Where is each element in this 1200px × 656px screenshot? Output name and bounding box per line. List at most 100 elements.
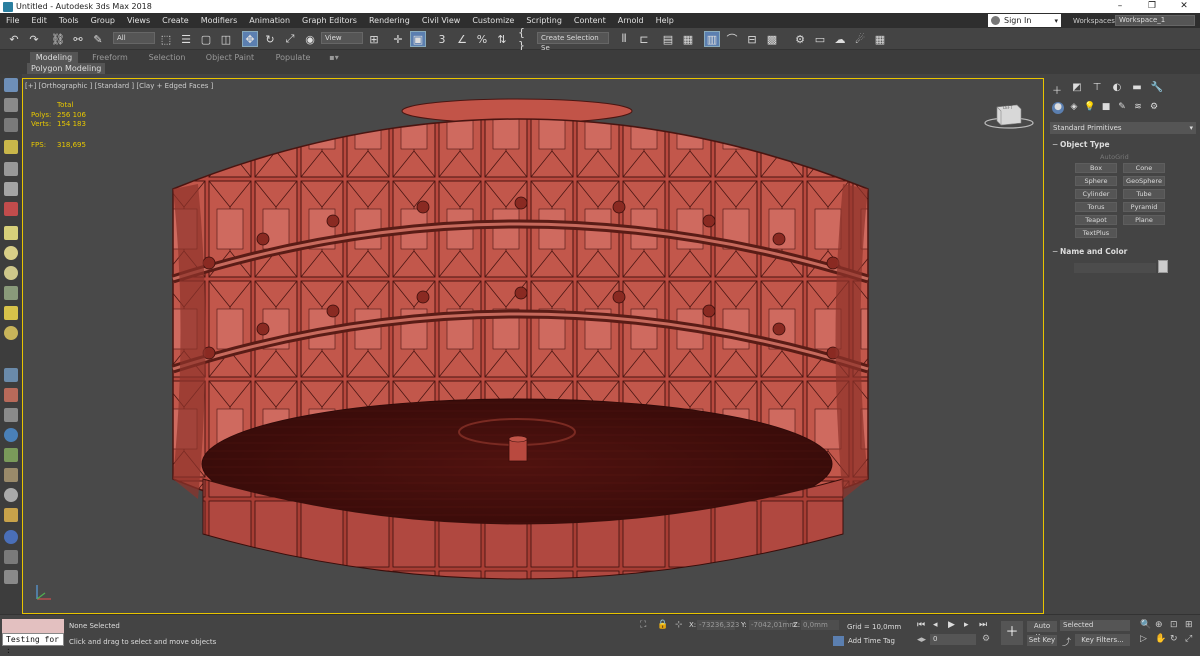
- hierarchy-tab-icon[interactable]: ⊤: [1090, 82, 1104, 96]
- menu-rendering[interactable]: Rendering: [363, 16, 416, 25]
- teapot-button[interactable]: Teapot: [1075, 215, 1117, 225]
- tube-button[interactable]: Tube: [1123, 189, 1165, 199]
- create-icon[interactable]: [4, 78, 18, 92]
- link-icon[interactable]: ⛓: [50, 31, 66, 47]
- layers-icon[interactable]: [4, 118, 18, 132]
- ribbon-tab-freeform[interactable]: Freeform: [86, 52, 134, 63]
- zoom-extents-all-icon[interactable]: ⊞: [1185, 620, 1193, 630]
- place-icon[interactable]: ◉: [302, 31, 318, 47]
- maxscript-mini-listener[interactable]: Testing for :: [2, 633, 64, 655]
- workspace-select[interactable]: Workspace_1: [1115, 15, 1195, 26]
- menu-views[interactable]: Views: [121, 16, 156, 25]
- menu-file[interactable]: File: [0, 16, 25, 25]
- particle-icon[interactable]: [4, 368, 18, 382]
- ribbon-tab-object-paint[interactable]: Object Paint: [201, 52, 259, 63]
- menu-edit[interactable]: Edit: [25, 16, 53, 25]
- geometry-icon[interactable]: ●: [1052, 102, 1064, 114]
- cloth-icon[interactable]: [4, 408, 18, 422]
- menu-tools[interactable]: Tools: [53, 16, 85, 25]
- ribbon-options-icon[interactable]: ▪▾: [324, 52, 344, 63]
- mirror-icon[interactable]: ⫴: [616, 31, 632, 47]
- curve-editor-icon[interactable]: ⌒: [724, 31, 740, 47]
- scene-explorer-icon[interactable]: ▤: [660, 31, 676, 47]
- x-coordinate-field[interactable]: -73236,323: [697, 620, 739, 630]
- render-in-cloud-icon[interactable]: ☄: [852, 31, 868, 47]
- viewport[interactable]: [+] [Orthographic ] [Standard ] [Clay + …: [22, 78, 1044, 614]
- menu-create[interactable]: Create: [156, 16, 195, 25]
- window-crossing-icon[interactable]: ◫: [218, 31, 234, 47]
- maxscript-listener-output[interactable]: [2, 619, 64, 633]
- explorer-icon[interactable]: [4, 98, 18, 112]
- textplus-button[interactable]: TextPlus: [1075, 228, 1117, 238]
- object-type-rollout[interactable]: − Object Type: [1052, 140, 1110, 149]
- systems-icon[interactable]: ⚙: [1148, 102, 1160, 114]
- undo-icon[interactable]: ↶: [6, 31, 22, 47]
- y-coordinate-field[interactable]: -7042,01mm: [749, 620, 796, 630]
- sun-icon[interactable]: [4, 306, 18, 320]
- percent-snap-icon[interactable]: %: [474, 31, 490, 47]
- maximize-viewport-icon[interactable]: ⤢: [1185, 634, 1192, 644]
- menu-arnold[interactable]: Arnold: [612, 16, 650, 25]
- name-and-color-rollout[interactable]: − Name and Color: [1052, 247, 1127, 256]
- light-icon[interactable]: [4, 140, 18, 154]
- absolute-mode-icon[interactable]: ⊹: [675, 620, 683, 630]
- menu-group[interactable]: Group: [85, 16, 121, 25]
- menu-content[interactable]: Content: [568, 16, 612, 25]
- redo-icon[interactable]: ↷: [26, 31, 42, 47]
- add-time-tag-button[interactable]: Add Time Tag: [848, 637, 895, 645]
- helpers-icon[interactable]: ✎: [1116, 102, 1128, 114]
- ribbon-tab-modeling[interactable]: Modeling: [30, 52, 78, 63]
- plane-button[interactable]: Plane: [1123, 215, 1165, 225]
- maximize-button[interactable]: ❐: [1136, 0, 1168, 13]
- omni-icon[interactable]: [4, 326, 18, 340]
- z-coordinate-field[interactable]: 0,0mm: [801, 620, 839, 630]
- play-icon[interactable]: ▶: [948, 620, 955, 630]
- space-warps-icon[interactable]: ≋: [1132, 102, 1144, 114]
- angle-snap-icon[interactable]: ∠: [454, 31, 470, 47]
- key-filters-button[interactable]: Key Filters...: [1075, 634, 1130, 646]
- spacewarp-icon[interactable]: [4, 202, 18, 216]
- spinner-snap-icon[interactable]: ⇅: [494, 31, 510, 47]
- menu-scripting[interactable]: Scripting: [520, 16, 568, 25]
- set-key-mode-icon[interactable]: ＋: [1001, 621, 1023, 645]
- rendered-frame-window-icon[interactable]: ▭: [812, 31, 828, 47]
- sign-in-button[interactable]: Sign In ▾: [988, 14, 1061, 27]
- sphere-icon[interactable]: [4, 246, 18, 260]
- a360-gallery-icon[interactable]: ▦: [872, 31, 888, 47]
- globe-icon[interactable]: [4, 428, 18, 442]
- zoom-extents-icon[interactable]: ⊡: [1170, 620, 1178, 630]
- shapes-icon[interactable]: ◈: [1068, 102, 1080, 114]
- zoom-icon[interactable]: 🔍: [1140, 620, 1151, 630]
- selection-filter-select[interactable]: All: [113, 32, 155, 44]
- cone-button[interactable]: Cone: [1123, 163, 1165, 173]
- minimize-button[interactable]: –: [1104, 0, 1136, 13]
- motion-tab-icon[interactable]: ◐: [1110, 82, 1124, 96]
- modify-tab-icon[interactable]: ◩: [1070, 82, 1084, 96]
- geosphere-icon[interactable]: [4, 266, 18, 280]
- menu-help[interactable]: Help: [650, 16, 680, 25]
- cameras-icon[interactable]: ■: [1100, 102, 1112, 114]
- select-and-move-icon[interactable]: ✥: [242, 31, 258, 47]
- ribbon-panel-polygon-modeling[interactable]: Polygon Modeling: [27, 63, 106, 74]
- named-selection-set-select[interactable]: Create Selection Se: [537, 32, 609, 52]
- select-by-name-icon[interactable]: ☰: [178, 31, 194, 47]
- select-and-rotate-icon[interactable]: ↻: [262, 31, 278, 47]
- schematic-view-icon[interactable]: ⊟: [744, 31, 760, 47]
- ribbon-tab-populate[interactable]: Populate: [269, 52, 317, 63]
- keyboard-shortcut-override-icon[interactable]: ▣: [410, 31, 426, 47]
- menu-modifiers[interactable]: Modifiers: [195, 16, 244, 25]
- pivot-center-icon[interactable]: ⊞: [366, 31, 382, 47]
- pyramid-button[interactable]: Pyramid: [1123, 202, 1165, 212]
- menu-civil-view[interactable]: Civil View: [416, 16, 467, 25]
- previous-frame-icon[interactable]: ◂: [933, 620, 938, 630]
- close-button[interactable]: ✕: [1168, 0, 1200, 13]
- viewport-label[interactable]: [+] [Orthographic ] [Standard ] [Clay + …: [25, 82, 213, 90]
- plane-icon[interactable]: [4, 226, 18, 240]
- menu-animation[interactable]: Animation: [243, 16, 296, 25]
- scene-model[interactable]: [23, 79, 1044, 614]
- orbit-icon[interactable]: ↻: [1170, 634, 1178, 644]
- edit-named-selection-icon[interactable]: { }: [518, 26, 534, 52]
- select-and-scale-icon[interactable]: ⤢: [282, 31, 298, 47]
- helper-icon[interactable]: [4, 182, 18, 196]
- torus-button[interactable]: Torus: [1075, 202, 1117, 212]
